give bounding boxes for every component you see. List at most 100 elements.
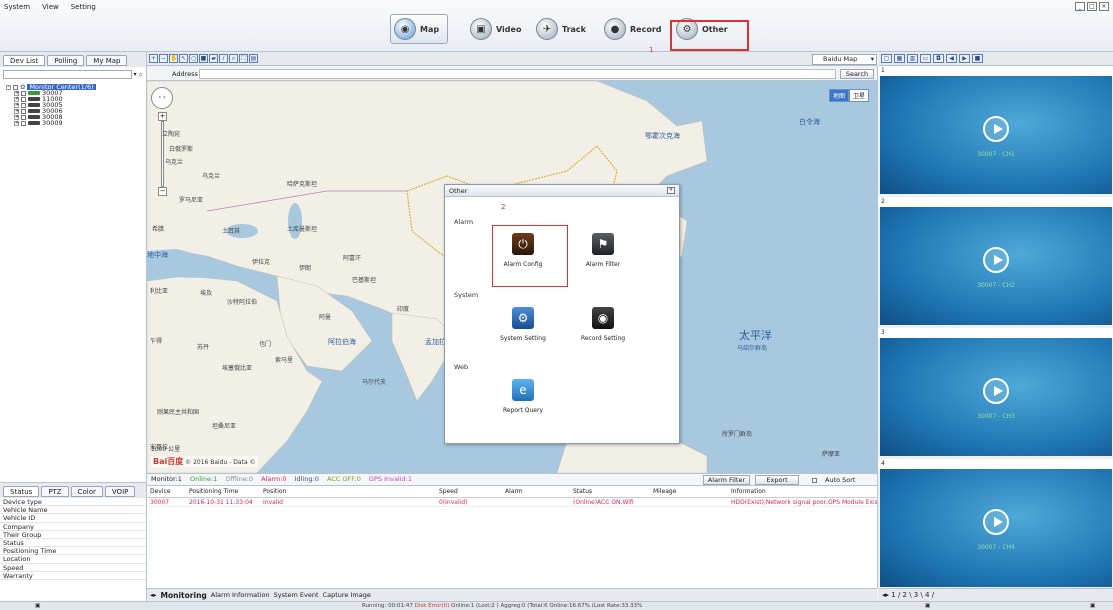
export-button[interactable]: Export	[755, 475, 799, 485]
map-type-map[interactable]: 地图	[828, 89, 849, 102]
expand-icon[interactable]: +	[14, 90, 19, 96]
rectangle-icon[interactable]: ■	[199, 54, 208, 63]
expand-icon[interactable]: +	[14, 120, 19, 126]
video-slot-3[interactable]: 3 30007 - CH3	[878, 328, 1113, 459]
tab-scroll-arrows-icon[interactable]: ◂▸	[150, 591, 157, 599]
alarm-filter-button[interactable]: ⚑ Alarm Filter	[573, 229, 633, 277]
zoom-in-icon[interactable]: +	[149, 54, 158, 63]
map-type-satellite[interactable]: 卫星	[848, 89, 869, 102]
video-screen[interactable]: 30007 - CH4	[880, 469, 1112, 587]
fullscreen-icon[interactable]: ⛶	[239, 54, 248, 63]
tab-polling[interactable]: Polling	[47, 55, 85, 66]
address-input[interactable]	[199, 69, 836, 79]
search-icon[interactable]: ⌕	[139, 70, 143, 80]
minimize-icon[interactable]: _	[1075, 2, 1085, 11]
table-row[interactable]: 30007 2016-10-31 11:33:04 Invalid 0(Inva…	[147, 498, 877, 507]
layout-1-icon[interactable]: ▢	[881, 54, 892, 63]
expand-icon[interactable]: +	[14, 114, 19, 120]
map-provider-select[interactable]: Baidu Map ▾	[812, 54, 877, 65]
checkbox[interactable]	[21, 102, 26, 108]
camera-icon[interactable]: ◘	[933, 54, 944, 63]
header-alarm[interactable]: Alarm	[505, 486, 573, 497]
pan-icon[interactable]: ✋	[169, 54, 178, 63]
polygon-icon[interactable]: ▰	[209, 54, 218, 63]
video-slot-1[interactable]: 1 30007 - CH1	[878, 66, 1113, 197]
checkbox[interactable]	[21, 90, 26, 96]
tab-capture-image[interactable]: Capture Image	[323, 591, 371, 599]
video-slot-4[interactable]: 4 30007 - CH4	[878, 459, 1113, 590]
measure-icon[interactable]: ⌕	[229, 54, 238, 63]
zoom-plus-button[interactable]: +	[158, 112, 167, 121]
play-icon[interactable]: ▶	[959, 54, 970, 63]
system-setting-button[interactable]: ⚙ System Setting	[493, 303, 553, 351]
zoom-out-icon[interactable]: −	[159, 54, 168, 63]
tab-status[interactable]: Status	[3, 486, 40, 497]
tab-dev-list[interactable]: Dev List	[3, 55, 46, 66]
close-icon[interactable]: ×	[1099, 2, 1109, 11]
tree-item-30009[interactable]: + 30009	[6, 120, 140, 126]
header-mileage[interactable]: Mileage	[653, 486, 731, 497]
expand-icon[interactable]: +	[14, 108, 19, 114]
checkbox[interactable]	[21, 114, 26, 120]
checkbox[interactable]	[13, 84, 18, 90]
line-icon[interactable]: ∕	[219, 54, 228, 63]
panel-toggle-icon[interactable]: ▣	[925, 602, 930, 610]
panel-toggle-icon[interactable]: ▣	[35, 602, 40, 610]
circle-icon[interactable]: ○	[189, 54, 198, 63]
dropdown-arrow-icon[interactable]: ▾	[134, 71, 137, 78]
record-setting-button[interactable]: ◉ Record Setting	[573, 303, 633, 351]
layers-icon[interactable]: ▤	[249, 54, 258, 63]
tab-monitoring[interactable]: Monitoring	[161, 591, 207, 600]
menu-setting[interactable]: Setting	[71, 3, 96, 11]
volume-icon[interactable]: ◀	[946, 54, 957, 63]
play-icon[interactable]	[983, 247, 1009, 273]
restore-icon[interactable]: □	[1087, 2, 1097, 11]
tab-color[interactable]: Color	[70, 486, 103, 497]
header-speed[interactable]: Speed	[439, 486, 505, 497]
screen-icon[interactable]: ▭	[920, 54, 931, 63]
collapse-icon[interactable]: -	[6, 84, 11, 90]
checkbox[interactable]	[21, 108, 26, 114]
expand-icon[interactable]: +	[14, 102, 19, 108]
report-query-button[interactable]: e Report Query	[493, 375, 553, 423]
pan-control-icon[interactable]: ‹ ›	[151, 87, 173, 109]
panel-toggle-icon[interactable]: ▣	[1090, 602, 1095, 610]
device-search-input[interactable]	[3, 70, 132, 79]
search-button[interactable]: Search	[840, 69, 874, 79]
header-status[interactable]: Status	[573, 486, 653, 497]
play-icon[interactable]	[983, 509, 1009, 535]
play-icon[interactable]	[983, 378, 1009, 404]
play-icon[interactable]	[983, 116, 1009, 142]
video-page-arrows-icon[interactable]: ◂▸	[882, 591, 889, 599]
close-icon[interactable]: ×	[667, 187, 675, 194]
tab-ptz[interactable]: PTZ	[41, 486, 69, 497]
video-screen[interactable]: 30007 - CH1	[880, 76, 1112, 194]
pointer-icon[interactable]: ↖	[179, 54, 188, 63]
nav-video-button[interactable]: ▣ Video	[470, 14, 521, 44]
alarm-filter-small-button[interactable]: Alarm Filter	[703, 475, 750, 485]
video-screen[interactable]: 30007 - CH3	[880, 338, 1112, 456]
header-device[interactable]: Device	[147, 486, 189, 497]
nav-record-button[interactable]: ● Record	[604, 14, 662, 44]
nav-track-button[interactable]: ✈ Track	[536, 14, 586, 44]
video-page-list[interactable]: 1 / 2 \ 3 \ 4 /	[891, 591, 934, 599]
header-positioning-time[interactable]: Positioning Time	[189, 486, 263, 497]
zoom-minus-button[interactable]: −	[158, 187, 167, 196]
tab-my-map[interactable]: My Map	[86, 55, 128, 66]
tab-voip[interactable]: VOIP	[104, 486, 136, 497]
checkbox[interactable]	[21, 96, 26, 102]
header-information[interactable]: Information	[731, 486, 877, 497]
tab-system-event[interactable]: System Event	[274, 591, 319, 599]
layout-split-icon[interactable]: ▥	[907, 54, 918, 63]
tab-alarm-information[interactable]: Alarm Information	[211, 591, 270, 599]
layout-4-icon[interactable]: ▦	[894, 54, 905, 63]
stop-icon[interactable]: ■	[972, 54, 983, 63]
auto-sort-checkbox[interactable]	[812, 478, 817, 483]
auto-sort-toggle[interactable]: Auto Sort	[812, 475, 861, 486]
nav-map-button[interactable]: ◉ Map	[390, 14, 448, 44]
header-position[interactable]: Position	[263, 486, 439, 497]
menu-system[interactable]: System	[4, 3, 30, 11]
video-slot-2[interactable]: 2 30007 - CH2	[878, 197, 1113, 328]
video-screen[interactable]: 30007 - CH2	[880, 207, 1112, 325]
expand-icon[interactable]: +	[14, 96, 19, 102]
